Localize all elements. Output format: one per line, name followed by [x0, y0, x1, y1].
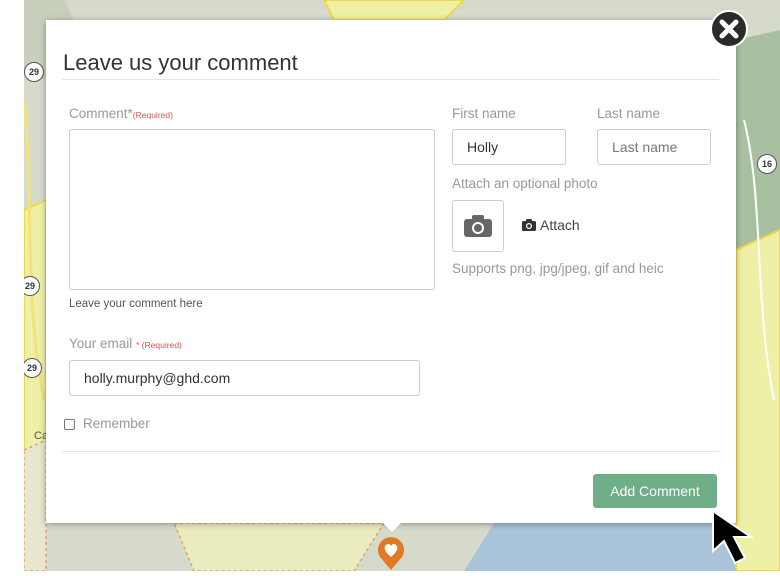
comment-textarea[interactable] — [69, 129, 435, 290]
email-label-text: Your email — [69, 336, 133, 351]
close-icon — [710, 10, 748, 48]
add-comment-button[interactable]: Add Comment — [593, 474, 717, 508]
camera-icon — [522, 219, 536, 231]
route-shield: 16 — [757, 154, 777, 174]
remember-checkbox[interactable] — [64, 419, 75, 430]
modal-title: Leave us your comment — [63, 50, 298, 75]
remember-label[interactable]: Remember — [83, 416, 150, 431]
comment-modal: Leave us your comment Comment*(Required)… — [46, 20, 736, 523]
modal-pointer — [382, 522, 402, 532]
footer-divider — [62, 451, 719, 452]
attach-button[interactable]: Attach — [522, 217, 580, 233]
comment-label-text: Comment* — [69, 106, 133, 121]
comment-label: Comment*(Required) — [69, 106, 173, 121]
route-shield: 29 — [24, 62, 44, 82]
last-name-field[interactable]: Last name — [597, 129, 711, 165]
title-divider — [62, 79, 719, 80]
email-label: Your email * (Required) — [69, 336, 182, 351]
close-button[interactable] — [709, 9, 749, 49]
photo-supports-text: Supports png, jpg/jpeg, gif and heic — [452, 261, 664, 276]
camera-icon — [464, 215, 492, 237]
map-marker-pin[interactable] — [375, 533, 407, 571]
photo-upload-button[interactable] — [452, 200, 504, 252]
last-name-label: Last name — [597, 106, 661, 121]
first-name-field[interactable]: Holly — [452, 129, 566, 165]
attach-label: Attach — [540, 217, 580, 233]
mouse-cursor-icon — [707, 505, 767, 567]
email-field[interactable]: holly.murphy@ghd.com — [69, 360, 420, 396]
email-required-note: * (Required) — [136, 340, 182, 350]
first-name-label: First name — [452, 106, 516, 121]
photo-label: Attach an optional photo — [452, 176, 598, 191]
comment-required-note: (Required) — [132, 110, 173, 120]
comment-help-text: Leave your comment here — [69, 298, 203, 310]
